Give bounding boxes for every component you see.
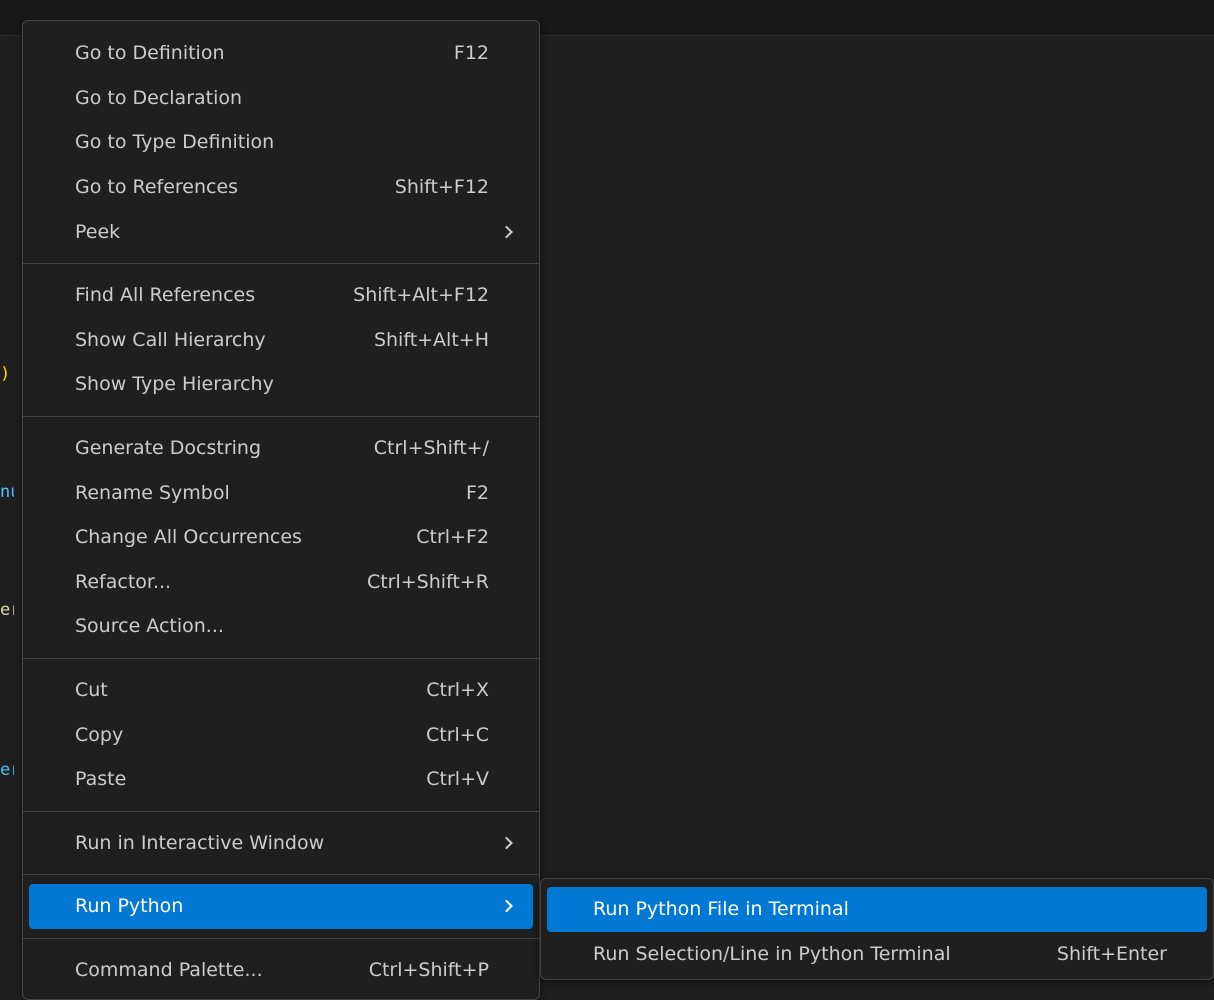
menu-item-shortcut: Ctrl+X: [426, 679, 489, 702]
menu-item-label: Refactor...: [75, 570, 172, 593]
menu-item-go-to-declaration[interactable]: Go to Declaration: [29, 76, 533, 121]
menu-item-label: Command Palette...: [75, 958, 263, 981]
menu-item-label: Peek: [75, 220, 121, 243]
submenu-item-run-selection-line-in-python-terminal[interactable]: Run Selection/Line in Python Terminal Shi…: [547, 932, 1207, 977]
menu-item-show-call-hierarchy[interactable]: Show Call Hierarchy Shift+Alt+H: [29, 318, 533, 363]
menu-item-label: Go to References: [75, 176, 239, 199]
menu-item-command-palette[interactable]: Command Palette... Ctrl+Shift+P: [29, 948, 533, 993]
menu-item-label: Rename Symbol: [75, 481, 230, 504]
menu-separator: [23, 415, 539, 417]
run-python-submenu: Run Python File in Terminal Run Selection…: [540, 878, 1214, 980]
menu-item-find-all-references[interactable]: Find All References Shift+Alt+F12: [29, 273, 533, 318]
menu-item-shortcut: Shift+Alt+F12: [353, 284, 489, 307]
menu-separator: [23, 810, 539, 812]
menu-item-shortcut: Ctrl+Shift+R: [366, 570, 489, 593]
menu-item-label: Source Action...: [75, 615, 224, 638]
menu-item-shortcut: F2: [465, 481, 489, 504]
menu-item-go-to-references[interactable]: Go to References Shift+F12: [29, 165, 533, 210]
menu-item-shortcut: Shift+Enter: [1056, 942, 1167, 965]
menu-item-label: Paste: [75, 768, 127, 791]
menu-item-label: Show Call Hierarchy: [75, 328, 266, 351]
menu-item-label: Go to Definition: [75, 42, 225, 65]
menu-item-label: Go to Type Definition: [75, 131, 275, 154]
code-fragment: nu: [0, 482, 14, 502]
menu-separator: [23, 262, 539, 264]
menu-item-peek[interactable]: Peek: [29, 209, 533, 254]
menu-item-paste[interactable]: Paste Ctrl+V: [29, 757, 533, 802]
menu-separator: [23, 874, 539, 876]
menu-item-shortcut: F12: [453, 42, 489, 65]
menu-item-show-type-hierarchy[interactable]: Show Type Hierarchy: [29, 362, 533, 407]
menu-item-refactor[interactable]: Refactor... Ctrl+Shift+R: [29, 560, 533, 605]
menu-separator: [23, 657, 539, 659]
menu-item-run-in-interactive-window[interactable]: Run in Interactive Window: [29, 821, 533, 866]
menu-separator: [23, 937, 539, 939]
code-fragment: er: [0, 760, 14, 780]
menu-item-label: Run Python File in Terminal: [593, 898, 849, 921]
menu-item-generate-docstring[interactable]: Generate Docstring Ctrl+Shift+/: [29, 426, 533, 471]
context-menu: Go to Definition F12 Go to Declaration Go t…: [22, 20, 540, 1000]
code-fragment: ): [0, 364, 11, 384]
menu-item-go-to-type-definition[interactable]: Go to Type Definition: [29, 120, 533, 165]
menu-item-cut[interactable]: Cut Ctrl+X: [29, 668, 533, 713]
menu-item-label: Run Selection/Line in Python Terminal: [593, 942, 951, 965]
menu-item-label: Show Type Hierarchy: [75, 373, 274, 396]
menu-item-label: Generate Docstring: [75, 437, 262, 460]
menu-item-label: Run in Interactive Window: [75, 831, 325, 854]
menu-item-shortcut: Ctrl+Shift+P: [368, 958, 489, 981]
menu-item-shortcut: Ctrl+Shift+/: [373, 437, 489, 460]
submenu-item-run-python-file-in-terminal[interactable]: Run Python File in Terminal: [547, 887, 1207, 932]
menu-item-label: Run Python: [75, 895, 184, 918]
code-fragment: er: [0, 600, 14, 620]
menu-item-copy[interactable]: Copy Ctrl+C: [29, 712, 533, 757]
menu-item-go-to-definition[interactable]: Go to Definition F12: [29, 31, 533, 76]
menu-item-shortcut: Shift+Alt+H: [373, 328, 489, 351]
menu-item-shortcut: Ctrl+C: [426, 723, 489, 746]
menu-item-label: Go to Declaration: [75, 86, 243, 109]
menu-item-label: Cut: [75, 679, 108, 702]
menu-item-shortcut: Shift+F12: [394, 176, 489, 199]
chevron-right-icon: [500, 836, 513, 850]
menu-item-change-all-occurrences[interactable]: Change All Occurrences Ctrl+F2: [29, 515, 533, 560]
chevron-right-icon: [500, 900, 513, 913]
menu-item-source-action[interactable]: Source Action...: [29, 604, 533, 649]
menu-item-label: Change All Occurrences: [75, 526, 302, 549]
menu-item-label: Find All References: [75, 284, 256, 307]
menu-item-shortcut: Ctrl+V: [426, 768, 489, 791]
menu-item-label: Copy: [75, 723, 124, 746]
menu-item-shortcut: Ctrl+F2: [416, 526, 489, 549]
chevron-right-icon: [500, 225, 513, 239]
menu-item-run-python[interactable]: Run Python: [29, 884, 533, 929]
menu-item-rename-symbol[interactable]: Rename Symbol F2: [29, 470, 533, 515]
